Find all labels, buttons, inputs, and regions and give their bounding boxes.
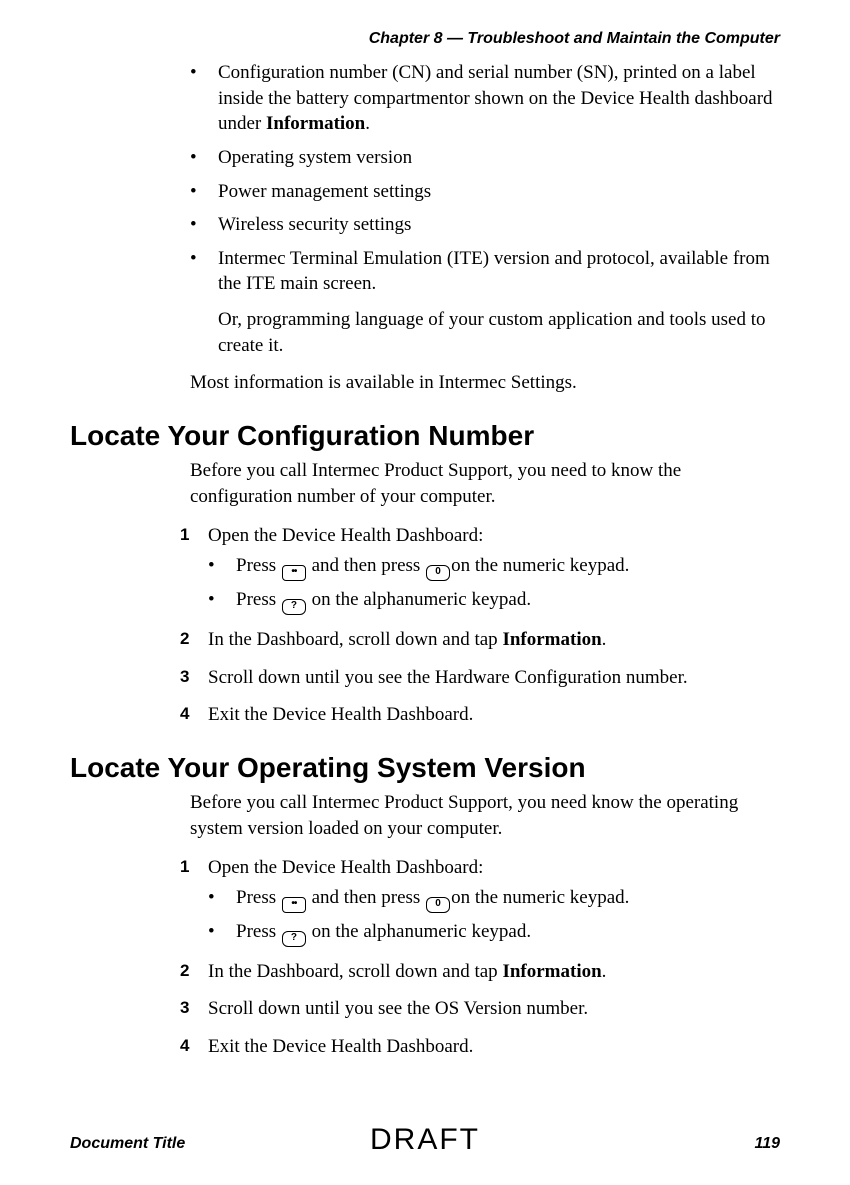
text: on the alphanumeric keypad. (307, 589, 531, 610)
step-4: 4 Exit the Device Health Dashboard. (180, 1034, 780, 1060)
heading-locate-os-version: Locate Your Operating System Version (70, 752, 780, 784)
key-zero-icon (426, 565, 450, 581)
text: on the alphanumeric keypad. (307, 921, 531, 942)
text: on the numeric keypad. (451, 555, 629, 576)
info-bullet-list: Configuration number (CN) and serial num… (190, 60, 780, 358)
text: Power management settings (218, 181, 431, 202)
paragraph: Most information is available in Interme… (190, 370, 780, 396)
text: Press (236, 589, 281, 610)
section-intro: Before you call Intermec Product Support… (190, 458, 780, 509)
list-item: Press on the alphanumeric keypad. (208, 587, 780, 615)
key-question-icon (282, 599, 306, 615)
step-3: 3 Scroll down until you see the Hardware… (180, 665, 780, 691)
text: . (365, 113, 370, 134)
list-item: Configuration number (CN) and serial num… (190, 60, 780, 137)
step-text: Scroll down until you see the OS Version… (208, 998, 588, 1019)
text: . (602, 961, 607, 982)
key-question-icon (282, 931, 306, 947)
text: Intermec Terminal Emulation (ITE) versio… (218, 248, 770, 295)
continuation-text: Or, programming language of your custom … (218, 307, 780, 358)
text: on the numeric keypad. (451, 887, 629, 908)
text: Operating system version (218, 147, 412, 168)
step-number: 3 (180, 997, 189, 1020)
list-item: Operating system version (190, 145, 780, 171)
key-zero-icon (426, 897, 450, 913)
step-4: 4 Exit the Device Health Dashboard. (180, 702, 780, 728)
heading-locate-config-number: Locate Your Configuration Number (70, 420, 780, 452)
step-3: 3 Scroll down until you see the OS Versi… (180, 996, 780, 1022)
running-header: Chapter 8 — Troubleshoot and Maintain th… (369, 30, 780, 48)
bold-text: Information (266, 113, 365, 134)
step-text: Open the Device Health Dashboard: (208, 525, 483, 546)
step-number: 1 (180, 524, 189, 547)
sub-bullets: Press and then press on the numeric keyp… (208, 885, 780, 947)
step-number: 1 (180, 856, 189, 879)
list-item: Wireless security settings (190, 212, 780, 238)
list-item: Press and then press on the numeric keyp… (208, 885, 780, 913)
step-2: 2 In the Dashboard, scroll down and tap … (180, 627, 780, 653)
text: and then press (307, 887, 425, 908)
sub-bullets: Press and then press on the numeric keyp… (208, 553, 780, 615)
draft-watermark: DRAFT (0, 1123, 850, 1157)
list-item: Press and then press on the numeric keyp… (208, 553, 780, 581)
page: Chapter 8 — Troubleshoot and Maintain th… (0, 0, 850, 1185)
list-item: Intermec Terminal Emulation (ITE) versio… (190, 246, 780, 359)
steps-os-version: 1 Open the Device Health Dashboard: Pres… (180, 855, 780, 1060)
text: Press (236, 555, 281, 576)
step-number: 2 (180, 960, 189, 983)
text: Press (236, 887, 281, 908)
text: In the Dashboard, scroll down and tap (208, 629, 502, 650)
step-1: 1 Open the Device Health Dashboard: Pres… (180, 855, 780, 947)
text: Wireless security settings (218, 214, 411, 235)
list-item: Press on the alphanumeric keypad. (208, 919, 780, 947)
bold-text: Information (502, 629, 601, 650)
text: In the Dashboard, scroll down and tap (208, 961, 502, 982)
step-number: 4 (180, 1035, 189, 1058)
key-icon (282, 897, 306, 913)
text: . (602, 629, 607, 650)
key-icon (282, 565, 306, 581)
step-number: 4 (180, 703, 189, 726)
text: and then press (307, 555, 425, 576)
body-content: Configuration number (CN) and serial num… (70, 60, 780, 1072)
list-item: Power management settings (190, 179, 780, 205)
section-intro: Before you call Intermec Product Support… (190, 790, 780, 841)
steps-config-number: 1 Open the Device Health Dashboard: Pres… (180, 523, 780, 728)
step-text: Open the Device Health Dashboard: (208, 857, 483, 878)
text: Press (236, 921, 281, 942)
step-text: Exit the Device Health Dashboard. (208, 1036, 473, 1057)
step-2: 2 In the Dashboard, scroll down and tap … (180, 959, 780, 985)
step-number: 2 (180, 628, 189, 651)
step-number: 3 (180, 666, 189, 689)
bold-text: Information (502, 961, 601, 982)
step-text: Scroll down until you see the Hardware C… (208, 667, 688, 688)
step-1: 1 Open the Device Health Dashboard: Pres… (180, 523, 780, 615)
step-text: Exit the Device Health Dashboard. (208, 704, 473, 725)
